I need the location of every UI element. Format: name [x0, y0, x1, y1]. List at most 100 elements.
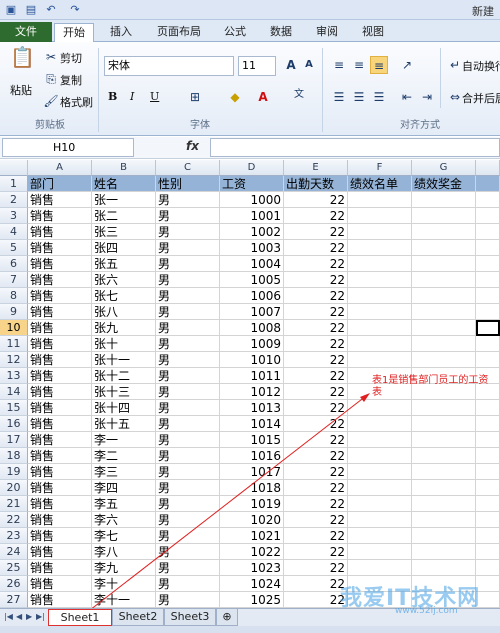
cell[interactable] — [476, 512, 500, 528]
cell[interactable]: 1009 — [220, 336, 284, 352]
cell[interactable]: 销售 — [28, 544, 92, 560]
row-header[interactable]: 24 — [0, 544, 28, 560]
cell[interactable]: 男 — [156, 304, 220, 320]
font-color-icon[interactable]: A — [254, 88, 272, 106]
cell[interactable]: 1023 — [220, 560, 284, 576]
cell[interactable]: 22 — [284, 416, 348, 432]
cell[interactable]: 22 — [284, 544, 348, 560]
cell[interactable] — [476, 432, 500, 448]
cell[interactable]: 销售 — [28, 288, 92, 304]
cell[interactable]: 男 — [156, 192, 220, 208]
cell[interactable]: 男 — [156, 224, 220, 240]
cell[interactable]: 销售 — [28, 208, 92, 224]
cell[interactable] — [476, 352, 500, 368]
cell[interactable]: 销售 — [28, 576, 92, 592]
cell[interactable] — [348, 496, 412, 512]
paste-button[interactable]: 粘贴 — [10, 82, 32, 98]
indent-icon[interactable]: ⇤ — [398, 88, 416, 106]
cell[interactable] — [412, 272, 476, 288]
cell[interactable]: 22 — [284, 512, 348, 528]
cell[interactable]: 李七 — [92, 528, 156, 544]
row-header[interactable]: 22 — [0, 512, 28, 528]
cell[interactable] — [476, 304, 500, 320]
cell[interactable]: 销售 — [28, 224, 92, 240]
cell[interactable]: 张八 — [92, 304, 156, 320]
wrap-text-button[interactable]: 自动换行 — [462, 58, 500, 74]
cell[interactable] — [476, 400, 500, 416]
cell[interactable] — [412, 400, 476, 416]
row-header[interactable]: 4 — [0, 224, 28, 240]
cell[interactable] — [348, 256, 412, 272]
cell[interactable]: 男 — [156, 432, 220, 448]
cell[interactable]: 1021 — [220, 528, 284, 544]
cell[interactable] — [476, 416, 500, 432]
font-name-select[interactable]: 宋体 — [104, 56, 234, 76]
column-header[interactable]: A — [28, 160, 92, 176]
cell[interactable] — [348, 240, 412, 256]
cell[interactable]: 绩效名单 — [348, 176, 412, 192]
cell[interactable]: 男 — [156, 240, 220, 256]
cell[interactable]: 22 — [284, 496, 348, 512]
cell[interactable]: 1010 — [220, 352, 284, 368]
cell[interactable] — [412, 192, 476, 208]
cell[interactable]: 张九 — [92, 320, 156, 336]
cell[interactable] — [348, 400, 412, 416]
cell[interactable]: 22 — [284, 256, 348, 272]
cell[interactable]: 张五 — [92, 256, 156, 272]
cell[interactable] — [412, 416, 476, 432]
column-header[interactable]: B — [92, 160, 156, 176]
column-header[interactable]: G — [412, 160, 476, 176]
cell[interactable]: 销售 — [28, 272, 92, 288]
cell[interactable] — [348, 544, 412, 560]
cell[interactable]: 男 — [156, 288, 220, 304]
cell[interactable]: 1005 — [220, 272, 284, 288]
cell[interactable]: 销售 — [28, 304, 92, 320]
cell[interactable]: 22 — [284, 320, 348, 336]
cell[interactable]: 销售 — [28, 560, 92, 576]
cell[interactable]: 22 — [284, 560, 348, 576]
cell[interactable] — [476, 224, 500, 240]
cell[interactable]: 男 — [156, 208, 220, 224]
cell[interactable] — [476, 288, 500, 304]
row-header[interactable]: 26 — [0, 576, 28, 592]
cell[interactable] — [348, 560, 412, 576]
cell[interactable]: 1018 — [220, 480, 284, 496]
cell[interactable]: 男 — [156, 368, 220, 384]
font-size-select[interactable]: 11 — [238, 56, 276, 76]
cell[interactable]: 1000 — [220, 192, 284, 208]
cell[interactable]: 1019 — [220, 496, 284, 512]
cell[interactable]: 22 — [284, 192, 348, 208]
row-header[interactable]: 7 — [0, 272, 28, 288]
cell[interactable]: 张四 — [92, 240, 156, 256]
cell[interactable] — [412, 208, 476, 224]
cell[interactable]: 销售 — [28, 592, 92, 608]
cell[interactable]: 男 — [156, 496, 220, 512]
cell[interactable]: 工资 — [220, 176, 284, 192]
cell[interactable] — [476, 464, 500, 480]
cell[interactable]: 22 — [284, 432, 348, 448]
cell[interactable]: 1004 — [220, 256, 284, 272]
cell[interactable] — [476, 272, 500, 288]
cell[interactable]: 销售 — [28, 192, 92, 208]
cell[interactable]: 李八 — [92, 544, 156, 560]
align-center-icon[interactable]: ☰ — [350, 88, 368, 106]
cell[interactable]: 性别 — [156, 176, 220, 192]
cell[interactable]: 22 — [284, 352, 348, 368]
cell[interactable]: 1013 — [220, 400, 284, 416]
grow-font-icon[interactable]: A — [282, 56, 300, 74]
cell[interactable]: 22 — [284, 448, 348, 464]
cell[interactable]: 22 — [284, 336, 348, 352]
borders-icon[interactable]: ⊞ — [186, 88, 204, 106]
cell[interactable] — [476, 560, 500, 576]
cell[interactable]: 1006 — [220, 288, 284, 304]
tab-home[interactable]: 开始 — [54, 23, 94, 42]
tab-insert[interactable]: 插入 — [104, 23, 138, 42]
cell[interactable]: 姓名 — [92, 176, 156, 192]
cell[interactable]: 销售 — [28, 512, 92, 528]
row-header[interactable]: 12 — [0, 352, 28, 368]
cell[interactable]: 销售 — [28, 352, 92, 368]
cell[interactable]: 男 — [156, 592, 220, 608]
fill-color-icon[interactable]: ◆ — [226, 88, 244, 106]
paste-icon[interactable]: 📋 — [10, 47, 35, 74]
cell[interactable] — [348, 512, 412, 528]
